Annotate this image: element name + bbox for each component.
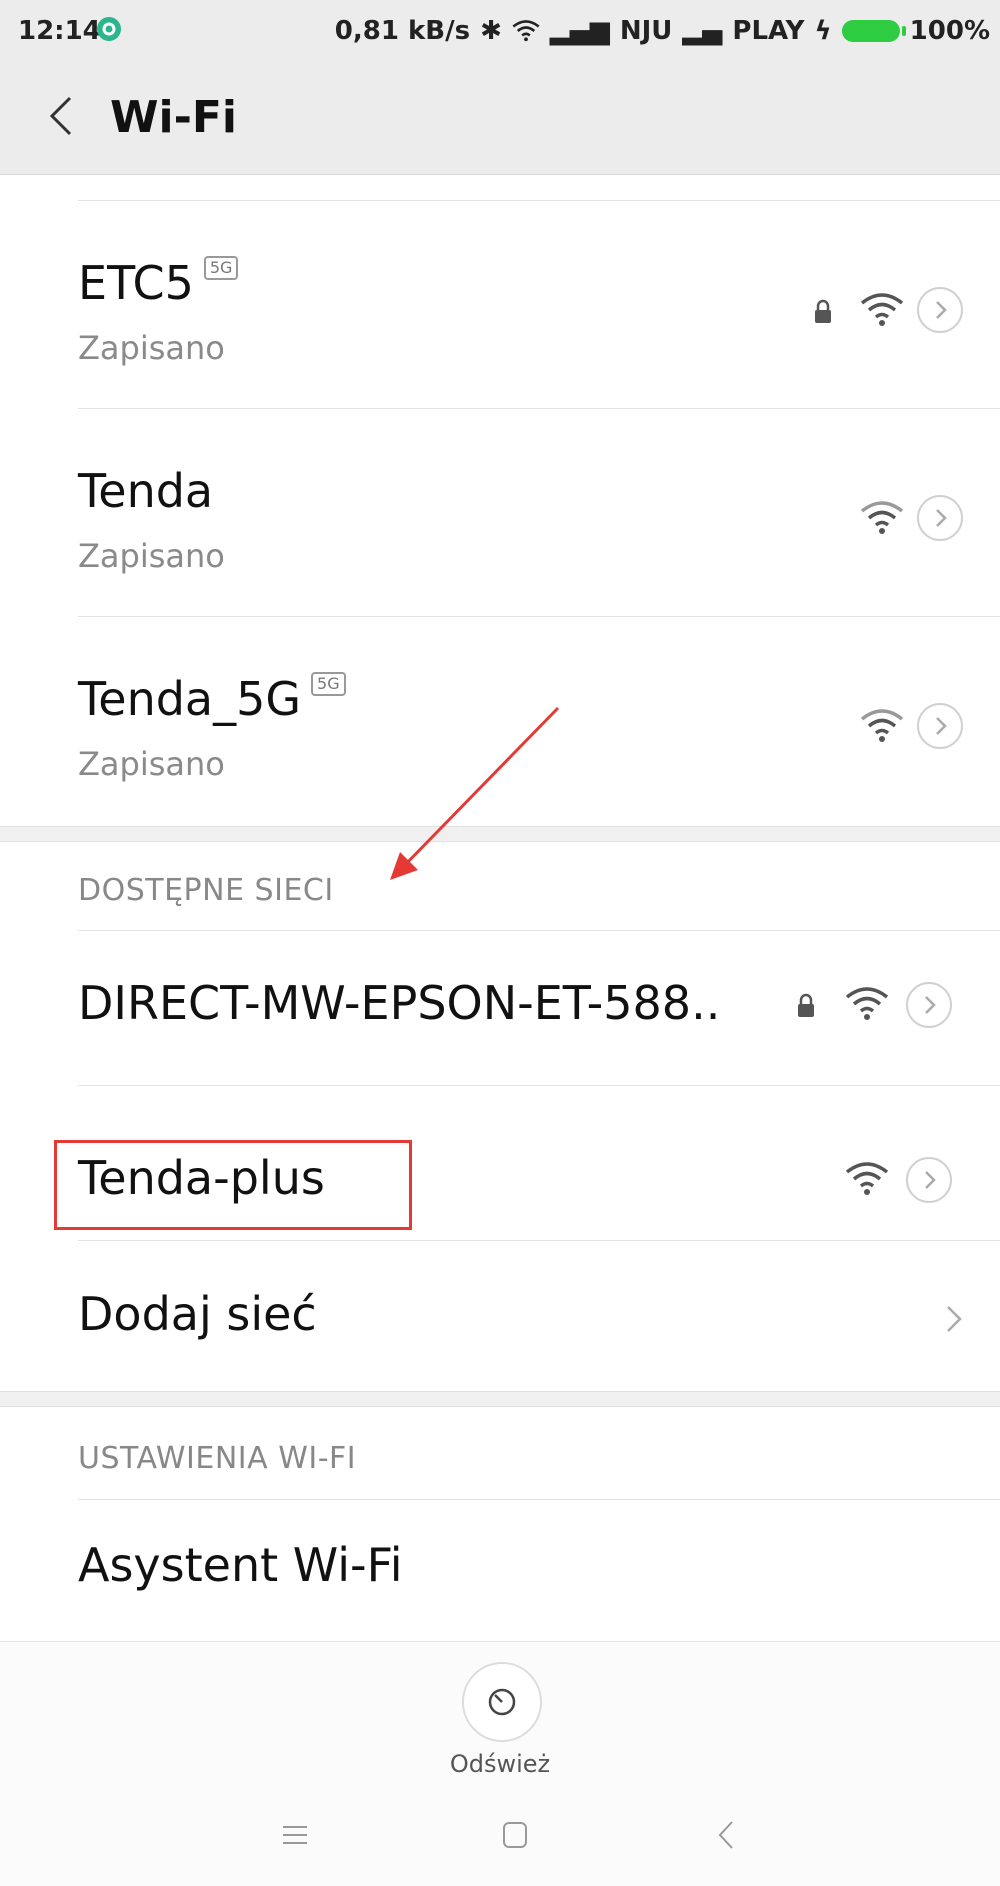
page-title: Wi-Fi (110, 92, 238, 143)
home-icon[interactable] (500, 1818, 530, 1852)
add-network-label: Dodaj sieć (78, 1287, 317, 1341)
chevron-left-icon[interactable] (40, 86, 90, 146)
refresh-icon (488, 1688, 516, 1716)
wifi-assistant-label: Asystent Wi-Fi (78, 1538, 403, 1592)
signal-icon-2: ▂▄ (682, 16, 723, 46)
annotation-arrow-icon (390, 706, 560, 880)
network-details-icon[interactable] (916, 702, 964, 750)
network-details-icon[interactable] (905, 981, 953, 1029)
network-row-etc5[interactable]: ETC5 5G Zapisano (0, 201, 1000, 408)
section-separator (0, 1391, 1000, 1407)
network-details-icon[interactable] (905, 1156, 953, 1204)
lower-panel: Dodaj sieć USTAWIENIA WI-FI Asystent Wi-… (0, 1241, 1000, 1886)
clock: 12:14 (18, 16, 101, 46)
network-name: Tenda (78, 464, 214, 518)
refresh-button[interactable] (462, 1662, 542, 1742)
battery-icon (841, 20, 906, 42)
notification-app-icon (97, 17, 121, 41)
charging-icon: ϟ (814, 16, 832, 46)
annotation-highlight-box (54, 1140, 412, 1230)
back-nav-icon[interactable] (714, 1818, 738, 1852)
bluetooth-icon: ✱ (480, 16, 502, 46)
refresh-label: Odśwież (449, 1750, 551, 1778)
lock-icon (798, 993, 814, 1017)
lock-icon (815, 299, 831, 323)
carrier-play: PLAY (732, 16, 805, 46)
status-bar: 12:14 0,81 kB/s ✱ ▂▄▆ NJU ▂▄ PLAY ϟ 100% (0, 0, 1000, 62)
signal-icon: ▂▄▆ (549, 16, 610, 46)
wifi-assistant-item[interactable]: Asystent Wi-Fi (0, 1500, 1000, 1610)
section-header-settings: USTAWIENIA WI-FI (78, 1441, 357, 1476)
5g-badge: 5G (311, 672, 346, 696)
network-name: ETC5 (78, 256, 194, 310)
network-name: Tenda_5G (78, 672, 302, 726)
5g-badge: 5G (203, 256, 239, 280)
network-name: DIRECT-MW-EPSON-ET-588.. (78, 976, 721, 1030)
network-speed: 0,81 kB/s (334, 16, 471, 46)
wifi-signal-icon (860, 501, 904, 534)
app-header: Wi-Fi (0, 62, 1000, 175)
wifi-status-icon (512, 20, 540, 42)
section-header-available: DOSTĘPNE SIECI (78, 873, 334, 908)
network-status: Zapisano (78, 537, 225, 575)
menu-icon[interactable] (280, 1820, 310, 1850)
status-indicators: 0,81 kB/s ✱ ▂▄▆ NJU ▂▄ PLAY ϟ 100% (335, 16, 990, 46)
battery-percent: 100% (909, 16, 990, 46)
chevron-right-icon (947, 1306, 962, 1332)
wifi-signal-icon (860, 709, 904, 742)
network-status: Zapisano (78, 329, 225, 367)
network-details-icon[interactable] (916, 286, 964, 334)
refresh-panel: Odśwież (0, 1641, 1000, 1886)
network-status: Zapisano (78, 745, 225, 783)
network-row-tenda[interactable]: Tenda Zapisano (0, 409, 1000, 616)
wifi-signal-icon (845, 1162, 889, 1195)
add-network-item[interactable]: Dodaj sieć (0, 1241, 1000, 1391)
network-details-icon[interactable] (916, 494, 964, 542)
wifi-signal-icon (860, 293, 904, 326)
wifi-signal-icon (845, 987, 889, 1020)
carrier-nju: NJU (619, 16, 673, 46)
network-row-epson[interactable]: DIRECT-MW-EPSON-ET-588.. (0, 931, 1000, 1085)
